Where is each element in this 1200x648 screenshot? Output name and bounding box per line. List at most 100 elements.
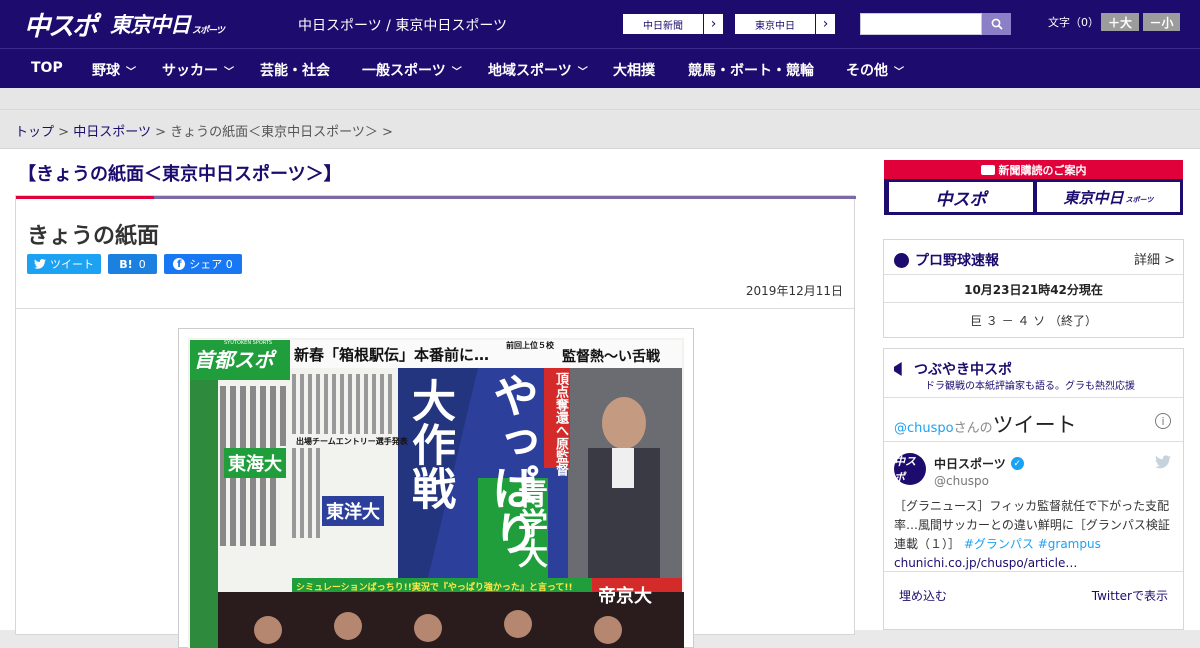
nav-item-other[interactable]: その他 ﹀ bbox=[846, 60, 904, 80]
chevron-down-icon: ﹀ bbox=[224, 66, 234, 78]
twitter-widget-title: つぶやき中スポ bbox=[894, 359, 1012, 379]
nav-item-label: TOP bbox=[31, 60, 63, 76]
divider bbox=[884, 441, 1183, 442]
subscription-promo: 新聞購読のご案内 中スポ 東京中日 スポーツ bbox=[884, 160, 1183, 215]
nav-item-top[interactable]: TOP bbox=[31, 60, 63, 76]
nav-item-sumo[interactable]: 大相撲 bbox=[613, 60, 655, 80]
ad-strip bbox=[0, 88, 1200, 110]
newspaper-front-page-image[interactable]: 首都スポ SYUTOKEN SPORTS 新春「箱根駅伝」本番前に… 前回上位５… bbox=[188, 338, 684, 648]
article: きょうの紙面 ツイート B! 0 f シェア 0 2019年12月11日 首都ス… bbox=[15, 195, 856, 648]
breadcrumb-current: きょうの紙面＜東京中日スポーツ＞ bbox=[170, 125, 378, 140]
subscribe-chuspo-button[interactable]: 中スポ bbox=[889, 182, 1033, 212]
site-title: 中日スポーツ / 東京中日スポーツ bbox=[298, 18, 508, 34]
subscribe-chuspo-label: 中スポ bbox=[935, 189, 987, 210]
tweet-author-name[interactable]: 中日スポーツ ✓ bbox=[934, 455, 1024, 472]
breadcrumb-separator: > bbox=[155, 125, 166, 140]
chevron-right-icon: › bbox=[815, 14, 835, 34]
article-date: 2019年12月11日 bbox=[745, 284, 843, 298]
nav-item-entertainment[interactable]: 芸能・社会 bbox=[260, 60, 330, 80]
baseball-detail-link[interactable]: 詳細 > bbox=[1134, 249, 1175, 268]
font-size-decrease-button[interactable]: －小 bbox=[1143, 13, 1180, 31]
chevron-right-icon: › bbox=[703, 14, 723, 34]
paper-entry: 出場チームエントリー選手発表 bbox=[296, 437, 408, 446]
hatena-count: 0 bbox=[138, 257, 146, 271]
chevron-down-icon: ﹀ bbox=[577, 66, 588, 78]
chuspo-logo-text: 中スポ bbox=[24, 11, 98, 42]
tweet-author-handle[interactable]: @chuspo bbox=[934, 474, 989, 488]
section-title: 【きょうの紙面＜東京中日スポーツ＞】 bbox=[18, 164, 342, 185]
newspaper-icon bbox=[980, 164, 995, 175]
tweet-feed-san: さんの bbox=[953, 421, 993, 436]
promo-title-text: 新聞購読のご案内 bbox=[998, 163, 1087, 177]
promo-title: 新聞購読のご案内 bbox=[884, 160, 1183, 179]
tweet-feed-handle[interactable]: @chuspo bbox=[894, 421, 954, 436]
tweet-share-button[interactable]: ツイート bbox=[27, 254, 101, 274]
nav-item-keiba[interactable]: 競馬・ボート・競輪 bbox=[688, 60, 814, 80]
breadcrumb: トップ > 中日スポーツ > きょうの紙面＜東京中日スポーツ＞ > bbox=[15, 121, 393, 140]
paper-side-1: 東海大 bbox=[224, 448, 286, 478]
font-size-label: 文字（0） bbox=[1048, 16, 1099, 29]
chevron-down-icon: ﹀ bbox=[894, 66, 904, 78]
nav-item-local-sports[interactable]: 地域スポーツ ﹀ bbox=[488, 60, 588, 80]
divider bbox=[884, 302, 1183, 303]
nav-item-soccer[interactable]: サッカー ﹀ bbox=[162, 60, 234, 80]
tokyo-shimbun-link[interactable]: 東京中日 › bbox=[734, 13, 836, 35]
tweet-link[interactable]: chunichi.co.jp/chuspo/article… bbox=[894, 556, 1077, 570]
nav-item-general-sports[interactable]: 一般スポーツ ﹀ bbox=[362, 60, 462, 80]
hatena-bookmark-button[interactable]: B! 0 bbox=[108, 254, 157, 274]
newspaper-image-frame: 首都スポ SYUTOKEN SPORTS 新春「箱根駅伝」本番前に… 前回上位５… bbox=[178, 328, 694, 648]
divider bbox=[884, 274, 1183, 275]
chunichi-shimbun-link[interactable]: 中日新聞 › bbox=[622, 13, 724, 35]
nav-item-label: 競馬・ボート・競輪 bbox=[688, 63, 814, 79]
avatar[interactable]: 中スポ bbox=[894, 453, 926, 485]
tweet-hashtags[interactable]: #グランパス #grampus bbox=[964, 537, 1101, 551]
facebook-share-button[interactable]: f シェア 0 bbox=[164, 254, 242, 274]
main-nav: TOP 野球 ﹀ サッカー ﹀ 芸能・社会 一般スポーツ ﹀ 地域スポーツ ﹀ 大相撲 … bbox=[0, 48, 1200, 88]
chuspo-logo[interactable]: 中スポ bbox=[24, 8, 98, 42]
divider bbox=[884, 397, 1183, 398]
chevron-down-icon: ﹀ bbox=[451, 66, 462, 78]
nav-item-baseball[interactable]: 野球 ﹀ bbox=[92, 60, 136, 80]
paper-main-a: 大作戦 bbox=[404, 378, 455, 510]
nav-item-label: サッカー bbox=[162, 63, 218, 79]
breadcrumb-chuspo[interactable]: 中日スポーツ bbox=[73, 125, 151, 140]
baseball-icon bbox=[894, 252, 909, 268]
tokyo-shimbun-label: 東京中日 bbox=[755, 20, 795, 32]
baseball-score-row[interactable]: 巨 ３ － ４ ソ （終了） bbox=[884, 312, 1183, 329]
nav-item-label: 大相撲 bbox=[613, 63, 655, 79]
nav-item-label: 地域スポーツ bbox=[488, 63, 572, 79]
breadcrumb-separator: > bbox=[58, 125, 70, 140]
baseball-scores-widget: プロ野球速報 詳細 > 10月23日21時42分現在 巨 ３ － ４ ソ （終了… bbox=[883, 239, 1184, 338]
baseball-update-time: 10月23日21時42分現在 bbox=[964, 283, 1103, 297]
twitter-widget: つぶやき中スポ ドラ観戦の本紙評論家も語る。グラも熱烈応援 @chuspoさんの… bbox=[883, 348, 1184, 630]
top-bar: 中スポ 東京中日 スポーツ 中日スポーツ / 東京中日スポーツ 中日新聞 › 東京… bbox=[0, 0, 1200, 48]
view-on-twitter-link[interactable]: Twitterで表示 bbox=[1092, 587, 1168, 604]
search-input[interactable] bbox=[860, 13, 982, 35]
verified-badge-icon: ✓ bbox=[1010, 457, 1024, 470]
divider bbox=[884, 571, 1183, 572]
font-size-increase-button[interactable]: ＋大 bbox=[1101, 13, 1139, 31]
twitter-widget-subtitle: ドラ観戦の本紙評論家も語る。グラも熱烈応援 bbox=[925, 381, 1135, 392]
subscribe-tokyo-sub: スポーツ bbox=[1125, 196, 1154, 204]
tokyo-logo-text: 東京中日 bbox=[110, 13, 191, 37]
search-button[interactable] bbox=[982, 13, 1011, 35]
hatena-bookmark-icon: B! bbox=[119, 257, 133, 271]
subscribe-tokyo-button[interactable]: 東京中日 スポーツ bbox=[1037, 182, 1180, 212]
twitter-title-text: つぶやき中スポ bbox=[914, 362, 1012, 378]
paper-headline-top-right: 監督熱～い舌戦 bbox=[562, 349, 660, 365]
tweet-text: ［グラニュース］フィッカ監督就任で下がった支配率…風間サッカーとの違い鮮明に［グ… bbox=[894, 497, 1174, 573]
tokyo-logo-sub: スポーツ bbox=[192, 25, 225, 36]
paper-side-2: 東洋大 bbox=[322, 496, 384, 526]
article-title: きょうの紙面 bbox=[27, 224, 160, 249]
paper-side-3: 帝京大 bbox=[598, 586, 652, 607]
info-icon[interactable]: i bbox=[1155, 413, 1171, 429]
paper-headline-small: 前回上位５校 bbox=[506, 341, 554, 350]
breadcrumb-bar: トップ > 中日スポーツ > きょうの紙面＜東京中日スポーツ＞ > bbox=[0, 111, 1200, 149]
tokyo-chunichi-logo[interactable]: 東京中日 スポーツ bbox=[110, 8, 225, 40]
search-icon bbox=[991, 18, 1003, 30]
megaphone-icon bbox=[894, 362, 902, 376]
breadcrumb-top[interactable]: トップ bbox=[15, 125, 54, 140]
embed-link[interactable]: 埋め込む bbox=[899, 587, 947, 604]
paper-bottom-strip: シミュレーションばっちり!!実況で『やっぱり強かった』と言って!! bbox=[296, 583, 573, 593]
nav-item-label: 一般スポーツ bbox=[362, 63, 446, 79]
